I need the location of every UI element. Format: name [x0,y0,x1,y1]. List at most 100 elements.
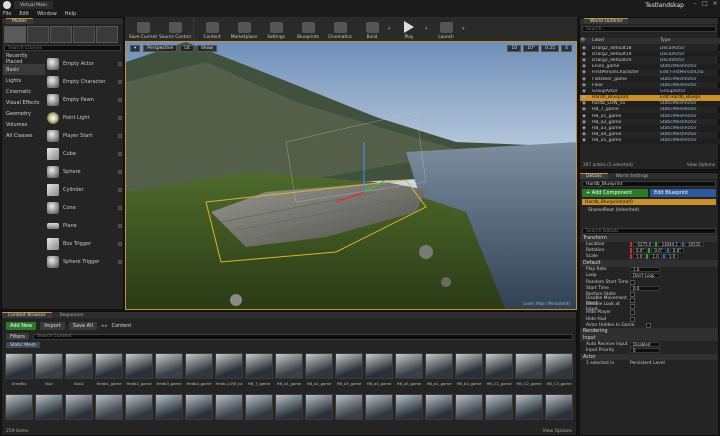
grid-snap-value[interactable]: 10 [507,45,522,52]
visibility-eye-icon[interactable]: ◉ [580,138,588,143]
property-checkbox[interactable] [630,279,635,285]
info-icon[interactable] [118,62,122,66]
tab-sequencer[interactable]: Sequencer [54,313,90,318]
property-value-field[interactable]: 1.0 [630,267,660,273]
category-all-classes[interactable]: All Classes [3,130,45,141]
scale-z-field[interactable]: 1.0 [665,254,679,260]
asset-thumbnail[interactable] [545,394,573,420]
play-button[interactable]: Play [393,18,425,40]
visibility-eye-icon[interactable]: ◉ [580,126,588,131]
asset-thumbnail[interactable] [155,394,183,420]
outliner-row[interactable]: ◉ DTarg2_default20 DecalActor [580,57,720,63]
blueprints-button[interactable]: Blueprints [292,18,324,40]
asset-thumbnail[interactable] [95,394,123,420]
outliner-row[interactable]: ◉ HB_a3_game StaticMeshActor [580,125,720,132]
paint-mode-icon[interactable] [27,26,49,43]
asset-thumbnail[interactable] [395,394,423,420]
info-icon[interactable] [118,116,122,120]
list-item[interactable]: Cube [47,145,124,163]
list-item[interactable]: Point Light [47,109,124,127]
place-mode-icon[interactable] [4,26,26,43]
marketplace-button[interactable]: Marketplace [228,18,260,40]
asset-thumbnail[interactable] [65,394,93,420]
asset-thumbnail[interactable] [125,353,153,379]
visibility-eye-icon[interactable]: ◉ [580,77,588,82]
info-icon[interactable] [118,98,122,102]
list-item[interactable]: Box Trigger [47,235,124,253]
settings-button[interactable]: Settings [260,18,292,40]
asset-thumbnail[interactable] [275,394,303,420]
visibility-eye-icon[interactable]: ◉ [580,95,588,100]
asset-thumbnail[interactable] [455,394,483,420]
outliner-row[interactable]: ◉ hardb_LOW_co StaticMeshActor [580,100,720,107]
outliner-row[interactable]: ◉ HB_a5_game StaticMeshActor [580,137,720,144]
input-priority-field[interactable]: 0 [630,348,660,354]
outliner-row[interactable]: ◉ Elven_game StaticMeshActor [580,63,720,70]
asset-thumbnail[interactable] [5,353,33,379]
asset-thumbnail[interactable] [5,394,33,420]
category-recently-placed[interactable]: Recently Placed [3,53,45,65]
info-icon[interactable] [118,242,122,246]
category-volumes[interactable]: Volumes [3,119,45,130]
nav-arrows-icon[interactable]: ◂ ▸ [101,323,108,329]
outliner-view-options[interactable]: View Options [687,163,715,168]
lit-button[interactable]: Lit [180,45,194,52]
cinematics-button[interactable]: Cinematics [324,18,356,40]
menu-help[interactable]: Help [65,11,76,17]
tab-world-settings[interactable]: World Settings [610,174,655,179]
asset-thumbnail[interactable] [35,353,63,379]
search-content-input[interactable]: Search Content [33,333,573,340]
property-value-field[interactable]: Don't Loop [630,273,660,279]
info-icon[interactable] [118,188,122,192]
camera-speed[interactable]: 4 [561,45,572,52]
actor-hidden-checkbox[interactable] [646,322,651,328]
outliner-row[interactable]: ◉ Floor StaticMeshActor [580,82,720,88]
column-label[interactable]: Label [588,38,660,44]
maximize-icon[interactable]: □ [700,0,710,8]
level-viewport[interactable]: ▾ Perspective Lit Show 10 10° 0.25 4 Lev… [125,41,577,310]
cb-view-options[interactable]: View Options [543,429,572,434]
asset-thumbnail[interactable] [305,394,333,420]
info-icon[interactable] [118,80,122,84]
asset-thumbnail[interactable] [185,394,213,420]
visibility-eye-icon[interactable]: ◉ [580,114,588,119]
list-item[interactable]: Plane [47,217,124,235]
asset-thumbnail[interactable] [335,353,363,379]
list-item[interactable]: Empty Actor [47,55,124,73]
visibility-eye-icon[interactable]: ◉ [580,64,588,69]
visibility-eye-icon[interactable]: ◉ [580,46,588,51]
asset-thumbnail[interactable] [35,394,63,420]
menu-file[interactable]: File [3,11,11,17]
category-geometry[interactable]: Geometry [3,108,45,119]
asset-thumbnail[interactable] [335,394,363,420]
visibility-eye-icon[interactable]: ◉ [580,52,588,57]
visibility-eye-icon[interactable]: ◉ [580,70,588,75]
outliner-row[interactable]: ◉ Hardb_Blueprint Edit Hardb_Bluepr [580,94,720,101]
list-item[interactable]: Cone [47,199,124,217]
property-checkbox[interactable] [630,316,635,322]
rotation-snap-value[interactable]: 10° [523,45,540,52]
viewport-options-button[interactable]: ▾ [130,45,141,52]
outliner-row[interactable]: ◉ GroupActor GroupActor [580,88,720,95]
category-lights[interactable]: Lights [3,75,45,86]
auto-receive-select[interactable]: Disabled [630,342,660,348]
perspective-button[interactable]: Perspective [143,45,178,52]
outliner-row[interactable]: ◉ DTarg2_default19 DecalActor [580,51,720,58]
location-x-field[interactable]: -5275.0 [633,242,655,248]
asset-thumbnail[interactable] [365,353,393,379]
close-icon[interactable]: × [710,0,720,8]
visibility-eye-icon[interactable]: ◉ [580,101,588,106]
filter-chip[interactable]: Static Mesh [6,342,41,348]
level-tab[interactable]: Virtual Main [14,1,53,9]
landscape-mode-icon[interactable] [50,26,72,43]
asset-thumbnail[interactable] [245,353,273,379]
outliner-row[interactable]: ◉ FirstPersonCharacter Edit FirstPersonCha [580,70,720,76]
info-icon[interactable] [118,170,122,174]
geometry-mode-icon[interactable] [96,26,118,43]
tab-content-browser[interactable]: Content Browser [2,312,52,318]
asset-thumbnail[interactable] [95,353,123,379]
list-item[interactable]: Empty Character [47,73,124,91]
location-y-field[interactable]: 23044.1 [658,242,681,248]
asset-thumbnail[interactable] [215,353,243,379]
asset-thumbnail[interactable] [275,353,303,379]
